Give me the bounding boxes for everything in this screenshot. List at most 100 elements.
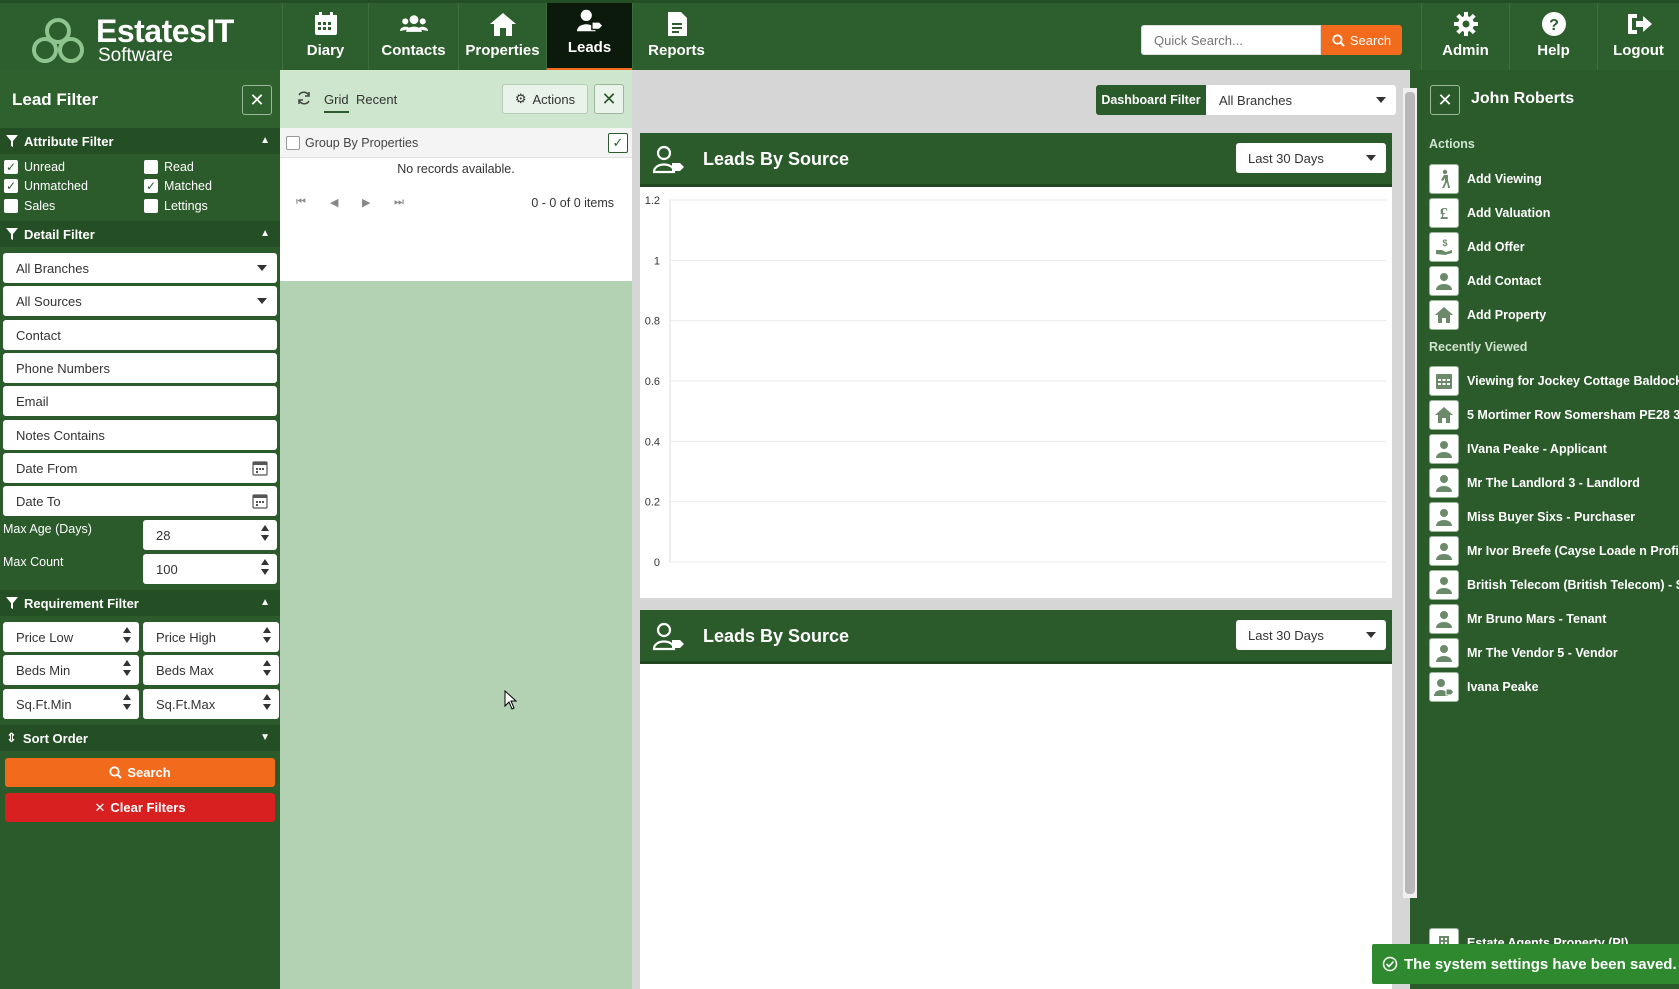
action-item-0[interactable]: Add Viewing [1429, 164, 1679, 194]
nav-properties[interactable]: Properties [458, 3, 546, 71]
checkbox-read[interactable]: Read [144, 160, 194, 174]
recent-item-6[interactable]: British Telecom (British Telecom) - Su [1429, 570, 1679, 600]
tab-recent[interactable]: Recent [356, 92, 397, 107]
checkbox-matched-label: Matched [164, 179, 212, 193]
close-filter-button[interactable]: ✕ [242, 85, 272, 115]
beds-max-input[interactable]: Beds Max [143, 655, 279, 685]
date-range-select[interactable]: Last 30 Days [1236, 620, 1386, 650]
refresh-icon[interactable] [296, 90, 312, 106]
detail-filter-title: Detail Filter [24, 226, 95, 242]
requirement-filter-header[interactable]: Requirement Filter ▲ [0, 590, 280, 616]
quick-search-button[interactable]: Search [1321, 25, 1402, 55]
actions-button[interactable]: ⚙ Actions [502, 84, 588, 114]
sort-order-header[interactable]: ⇕ Sort Order ▼ [0, 725, 280, 751]
scrollbar-thumb[interactable] [1405, 92, 1415, 894]
close-grid-button[interactable]: ✕ [594, 84, 624, 114]
action-item-1[interactable]: £ Add Valuation [1429, 198, 1679, 228]
checkbox-unread[interactable]: ✓ Unread [4, 160, 65, 174]
spinner-icon[interactable] [261, 559, 269, 575]
checkbox-sales[interactable]: Sales [4, 199, 55, 213]
beds-min-input[interactable]: Beds Min [3, 655, 139, 685]
calendar-icon[interactable] [252, 493, 268, 509]
recent-item-2[interactable]: IVana Peake - Applicant [1429, 434, 1679, 464]
actions-section-title: Actions [1429, 137, 1475, 151]
nav-contacts[interactable]: Contacts [368, 3, 458, 71]
recent-item-1[interactable]: 5 Mortimer Row Somersham PE28 3YQ [1429, 400, 1679, 430]
spinner-icon[interactable] [261, 525, 269, 541]
tab-grid[interactable]: Grid [324, 92, 349, 113]
success-toast[interactable]: The system settings have been saved. [1372, 944, 1679, 984]
first-page-icon[interactable]: ⏮ [296, 196, 306, 209]
select-all-checkbox[interactable]: ✓ [608, 133, 628, 153]
recent-item-label: Mr The Vendor 5 - Vendor [1467, 646, 1618, 660]
action-item-2[interactable]: $ Add Offer [1429, 232, 1679, 262]
max-count-input[interactable]: 100 [143, 554, 277, 584]
phone-input[interactable]: Phone Numbers [3, 353, 277, 383]
recent-item-0[interactable]: Viewing for Jockey Cottage Baldock R [1429, 366, 1679, 396]
next-page-icon[interactable]: ▶ [362, 196, 370, 209]
recent-item-4[interactable]: Miss Buyer Sixs - Purchaser [1429, 502, 1679, 532]
recent-item-7[interactable]: Mr Bruno Mars - Tenant [1429, 604, 1679, 634]
no-records-message: No records available. [397, 162, 515, 176]
close-side-panel-button[interactable]: ✕ [1430, 85, 1460, 115]
prev-page-icon[interactable]: ◀ [330, 196, 338, 209]
quick-search-input[interactable] [1141, 25, 1321, 55]
date-range-select[interactable]: Last 30 Days [1236, 143, 1386, 173]
detail-filter-header[interactable]: Detail Filter ▲ [0, 221, 280, 247]
spinner-icon[interactable] [123, 660, 131, 676]
nav-properties-label: Properties [465, 42, 540, 59]
filter-search-button[interactable]: Search [5, 758, 275, 787]
y-tick-label: 0.2 [645, 497, 660, 509]
sources-select-value: All Sources [16, 293, 82, 309]
branches-select[interactable]: All Branches [3, 253, 277, 283]
spinner-icon[interactable] [263, 694, 271, 710]
nav-reports[interactable]: Reports [632, 3, 720, 71]
notes-input[interactable]: Notes Contains [3, 420, 277, 450]
recent-item-5[interactable]: Mr Ivor Breefe (Cayse Loade n Profitte [1429, 536, 1679, 566]
leads-by-source-chart: 1.2 1 0.8 0.6 0.4 0.2 0 [645, 195, 1386, 569]
sources-select[interactable]: All Sources [3, 286, 277, 316]
recent-item-label: Mr Ivor Breefe (Cayse Loade n Profitte [1467, 544, 1679, 558]
last-page-icon[interactable]: ⏭ [394, 196, 404, 209]
filter-icon [6, 597, 18, 609]
sqft-min-input[interactable]: Sq.Ft.Min [3, 689, 139, 719]
recent-item-8[interactable]: Mr The Vendor 5 - Vendor [1429, 638, 1679, 668]
date-to-input[interactable]: Date To [3, 486, 277, 516]
nav-help[interactable]: ? Help [1509, 3, 1597, 71]
spinner-icon[interactable] [263, 627, 271, 643]
nav-diary[interactable]: Diary [282, 3, 368, 71]
estatesit-logo[interactable]: EstatesIT Software [28, 13, 258, 65]
email-input[interactable]: Email [3, 386, 277, 416]
spinner-icon[interactable] [123, 627, 131, 643]
gear-icon [1452, 10, 1480, 38]
calendar-icon[interactable] [252, 460, 268, 476]
price-low-input[interactable]: Price Low [3, 622, 139, 652]
spinner-icon[interactable] [123, 694, 131, 710]
dashboard-filter-select[interactable]: All Branches [1206, 85, 1396, 115]
date-range-value: Last 30 Days [1248, 150, 1324, 166]
dashboard-scrollbar[interactable] [1403, 88, 1417, 898]
checkbox-lettings[interactable]: Lettings [144, 199, 208, 213]
group-by-properties-checkbox[interactable]: Group By Properties [286, 136, 418, 150]
checkbox-unmatched[interactable]: ✓ Unmatched [4, 179, 88, 193]
nav-help-label: Help [1537, 42, 1570, 59]
recent-item-3[interactable]: Mr The Landlord 3 - Landlord [1429, 468, 1679, 498]
action-item-4[interactable]: Add Property [1429, 300, 1679, 330]
spinner-icon[interactable] [263, 660, 271, 676]
recent-item-9[interactable]: Ivana Peake [1429, 672, 1679, 702]
checkbox-unread-label: Unread [24, 160, 65, 174]
nav-admin[interactable]: Admin [1421, 3, 1509, 71]
nav-leads[interactable]: Leads [546, 3, 632, 71]
date-from-input[interactable]: Date From [3, 453, 277, 483]
max-age-input[interactable]: 28 [143, 520, 277, 550]
contact-input[interactable]: Contact [3, 320, 277, 350]
sqft-max-input[interactable]: Sq.Ft.Max [143, 689, 279, 719]
close-icon: ✕ [94, 799, 106, 815]
lead-filter-title: Lead Filter [12, 90, 98, 109]
attribute-filter-header[interactable]: Attribute Filter ▲ [0, 128, 280, 154]
price-high-input[interactable]: Price High [143, 622, 279, 652]
clear-filters-button[interactable]: ✕ Clear Filters [5, 793, 275, 822]
checkbox-matched[interactable]: ✓ Matched [144, 179, 212, 193]
action-item-3[interactable]: Add Contact [1429, 266, 1679, 296]
nav-logout[interactable]: Logout [1597, 3, 1679, 71]
